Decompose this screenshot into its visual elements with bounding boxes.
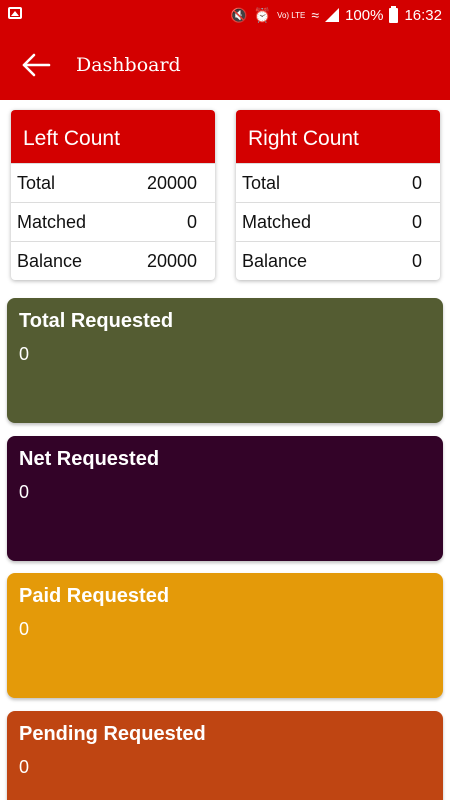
card-value: 0 bbox=[19, 757, 30, 777]
row-value: 0 bbox=[411, 172, 422, 193]
right-balance-row: Balance 0 bbox=[236, 241, 440, 280]
left-total-row: Total 20000 bbox=[11, 163, 215, 202]
status-bar: 🔇 ⏰ Vo) LTE ≈ 100% 16:32 bbox=[0, 0, 450, 30]
row-value: 0 bbox=[411, 211, 422, 232]
left-matched-row: Matched 0 bbox=[11, 202, 215, 241]
pending-requested-card[interactable]: Pending Requested 0 bbox=[7, 711, 443, 800]
row-label: Total bbox=[17, 172, 56, 193]
mute-icon: 🔇 bbox=[230, 7, 248, 23]
battery-percent: 100% bbox=[345, 6, 384, 24]
card-label: Pending Requested bbox=[19, 723, 206, 745]
row-value: 20000 bbox=[146, 172, 197, 193]
row-label: Total bbox=[242, 172, 281, 193]
row-label: Balance bbox=[242, 250, 308, 271]
paid-requested-card[interactable]: Paid Requested 0 bbox=[7, 573, 443, 698]
gallery-icon bbox=[8, 7, 22, 19]
back-arrow-icon[interactable] bbox=[20, 50, 52, 80]
signal-icon bbox=[325, 8, 340, 22]
app-bar: Dashboard bbox=[0, 30, 450, 100]
row-label: Matched bbox=[17, 211, 87, 232]
battery-icon bbox=[389, 5, 399, 23]
row-label: Matched bbox=[242, 211, 312, 232]
card-value: 0 bbox=[19, 619, 30, 639]
card-value: 0 bbox=[19, 482, 30, 502]
row-value: 0 bbox=[186, 211, 197, 232]
right-count-card: Right Count Total 0 Matched 0 Balance 0 bbox=[236, 110, 440, 280]
status-time: 16:32 bbox=[404, 6, 442, 24]
wifi-icon: ≈ bbox=[311, 7, 320, 23]
card-value: 0 bbox=[19, 344, 30, 364]
net-requested-card[interactable]: Net Requested 0 bbox=[7, 436, 443, 561]
card-label: Total Requested bbox=[19, 310, 174, 332]
left-count-card: Left Count Total 20000 Matched 0 Balance… bbox=[11, 110, 215, 280]
alarm-icon: ⏰ bbox=[253, 7, 272, 23]
page-title: Dashboard bbox=[76, 54, 181, 76]
left-balance-row: Balance 20000 bbox=[11, 241, 215, 280]
row-value: 0 bbox=[411, 250, 422, 271]
row-value: 20000 bbox=[146, 250, 197, 271]
total-requested-card[interactable]: Total Requested 0 bbox=[7, 298, 443, 423]
card-label: Net Requested bbox=[19, 448, 160, 470]
network-label: Vo) LTE bbox=[277, 10, 306, 20]
right-count-title: Right Count bbox=[236, 110, 440, 163]
status-icons: 🔇 ⏰ Vo) LTE ≈ 100% 16:32 bbox=[230, 5, 442, 25]
row-label: Balance bbox=[17, 250, 83, 271]
right-matched-row: Matched 0 bbox=[236, 202, 440, 241]
card-label: Paid Requested bbox=[19, 585, 170, 607]
left-count-title: Left Count bbox=[11, 110, 215, 163]
right-total-row: Total 0 bbox=[236, 163, 440, 202]
